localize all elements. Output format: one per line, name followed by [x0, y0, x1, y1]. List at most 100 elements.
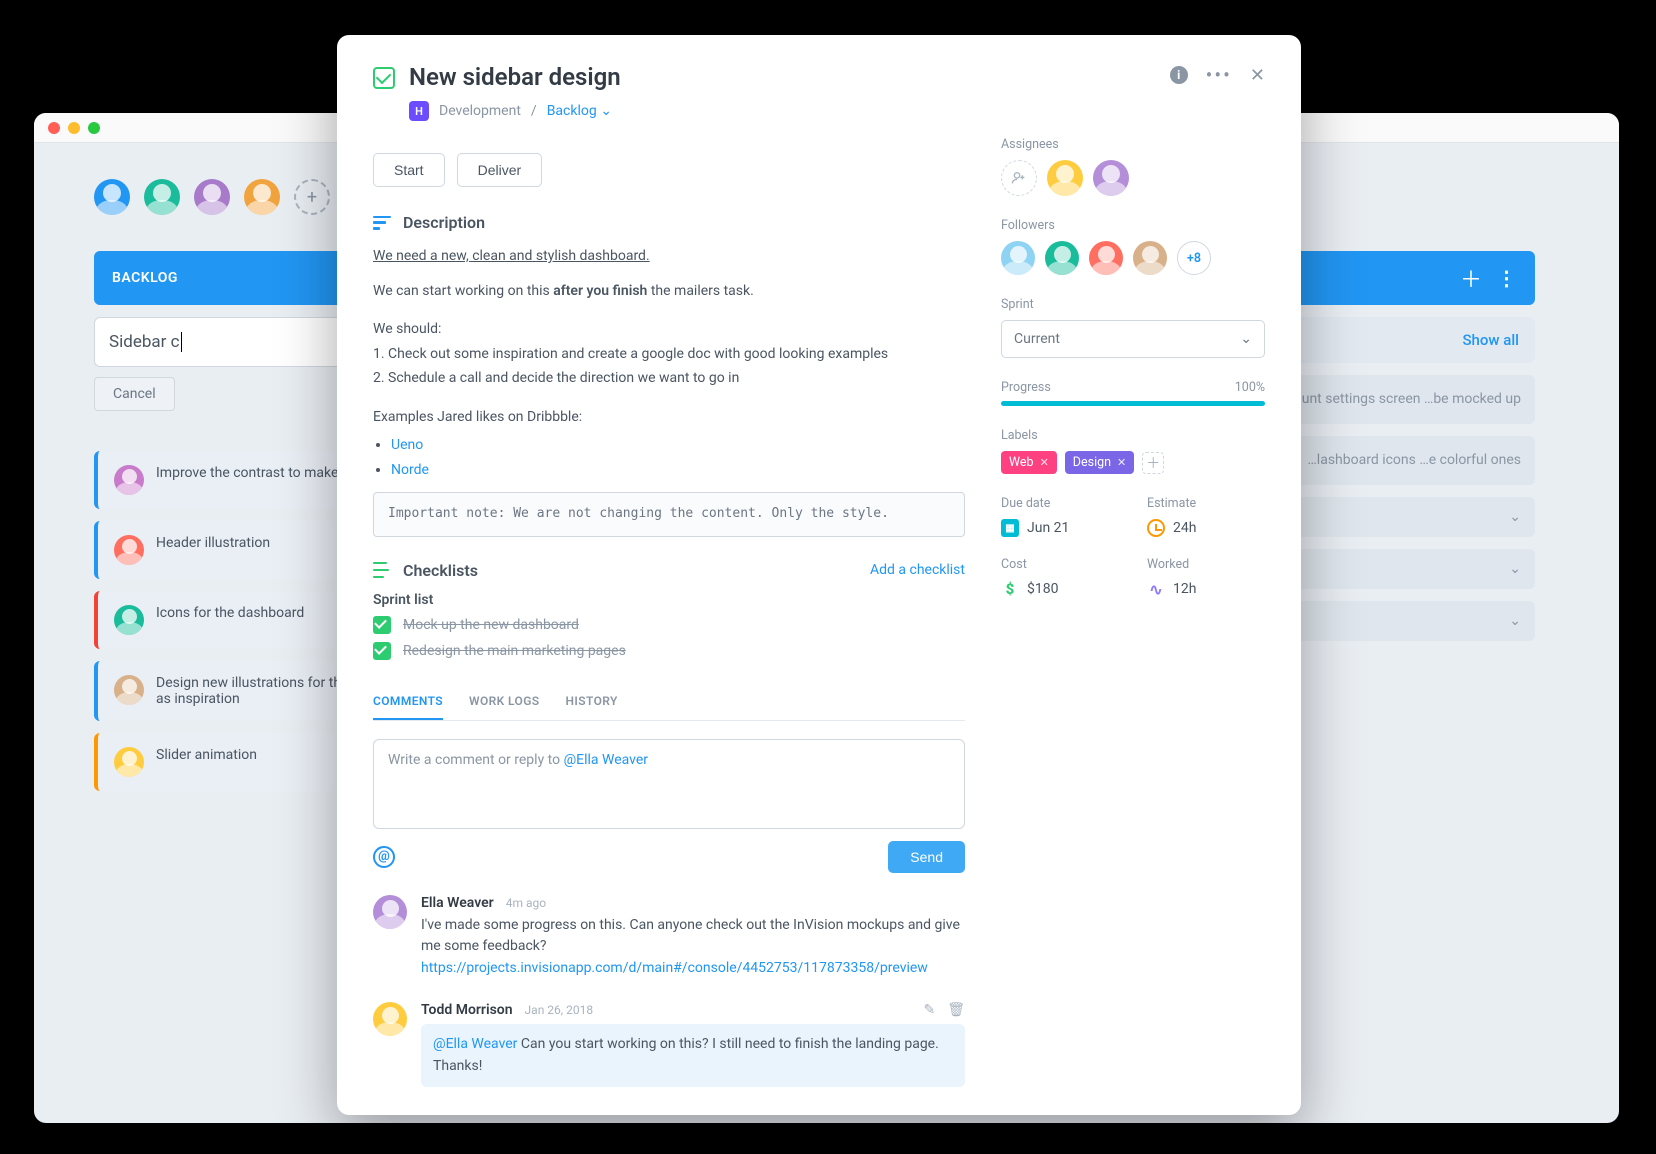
close-icon[interactable]: ✕: [1250, 65, 1265, 86]
description-text: the mailers task.: [647, 283, 753, 299]
card-avatar: [114, 675, 144, 705]
window-close-icon[interactable]: [48, 122, 60, 134]
card-text: …lashboard icons …e colorful ones: [1307, 450, 1521, 471]
more-menu-icon[interactable]: •••: [1206, 63, 1232, 87]
checkbox-icon[interactable]: [373, 616, 391, 634]
add-label-button[interactable]: ＋: [1142, 452, 1164, 474]
comment-avatar[interactable]: [373, 1002, 407, 1036]
follower-avatar[interactable]: [1001, 241, 1035, 275]
checklist-item-text: Redesign the main marketing pages: [403, 643, 626, 659]
description-link[interactable]: Ueno: [391, 437, 423, 453]
progress-section: Progress 100%: [1001, 380, 1265, 406]
deliver-button[interactable]: Deliver: [457, 153, 543, 187]
cost-section[interactable]: Cost $ $180: [1001, 557, 1119, 598]
label-chip-text: Web: [1009, 455, 1034, 470]
info-icon[interactable]: i: [1170, 66, 1188, 84]
assignees-section: Assignees: [1001, 137, 1265, 196]
section-title: Description: [403, 213, 485, 232]
assignee-avatar[interactable]: [1093, 160, 1129, 196]
description-bold: after you finish: [553, 283, 647, 299]
comment-author[interactable]: Ella Weaver: [421, 895, 494, 911]
description-text: We can start working on this: [373, 283, 553, 299]
window-minimize-icon[interactable]: [68, 122, 80, 134]
member-avatar[interactable]: [94, 179, 130, 215]
add-card-icon[interactable]: ＋: [1460, 262, 1483, 294]
member-avatar[interactable]: [144, 179, 180, 215]
checklist-title[interactable]: Sprint list: [373, 592, 965, 608]
progress-bar: [1001, 401, 1265, 406]
task-title[interactable]: New sidebar design: [409, 63, 621, 91]
comment-input[interactable]: Write a comment or reply to @Ella Weaver: [373, 739, 965, 829]
breadcrumb: H Development / Backlog ⌄: [409, 101, 621, 121]
label-chip[interactable]: Web ✕: [1001, 451, 1057, 474]
new-card-input-value: Sidebar c: [109, 332, 180, 352]
followers-more-button[interactable]: +8: [1177, 241, 1211, 275]
comment: Ella Weaver 4m ago I've made some progre…: [373, 895, 965, 980]
add-checklist-button[interactable]: Add a checklist: [870, 562, 965, 578]
due-date-value: Jun 21: [1027, 520, 1069, 536]
delete-comment-icon[interactable]: 🗑: [947, 1002, 965, 1018]
dollar-icon: $: [1001, 580, 1019, 598]
description-list-item: 1. Check out some inspiration and create…: [373, 342, 965, 367]
task-sidebar: Assignees Followers +8: [1001, 137, 1301, 1115]
comment-mention[interactable]: @Ella Weaver: [433, 1036, 517, 1052]
cost-value: $180: [1027, 581, 1058, 597]
comment-link[interactable]: https://projects.invisionapp.com/d/main#…: [421, 960, 928, 976]
mention-icon[interactable]: @: [373, 846, 395, 868]
edit-comment-icon[interactable]: ✎: [923, 1002, 935, 1018]
member-avatar[interactable]: [244, 179, 280, 215]
checklist-item[interactable]: Mock up the new dashboard: [373, 616, 965, 634]
tab-comments[interactable]: COMMENTS: [373, 684, 443, 720]
comment-avatar[interactable]: [373, 895, 407, 929]
comment-author[interactable]: Todd Morrison: [421, 1002, 513, 1018]
sprint-select[interactable]: Current ⌄: [1001, 320, 1265, 358]
side-label: Progress: [1001, 380, 1051, 395]
remove-label-icon[interactable]: ✕: [1117, 456, 1126, 469]
description-list-item: 2. Schedule a call and decide the direct…: [373, 366, 965, 391]
comment-text: I've made some progress on this. Can any…: [421, 917, 960, 955]
assignee-avatar[interactable]: [1047, 160, 1083, 196]
card-avatar: [114, 535, 144, 565]
side-label: Sprint: [1001, 297, 1265, 312]
progress-fill: [1001, 401, 1265, 406]
label-chip[interactable]: Design✕: [1065, 451, 1134, 474]
remove-label-icon[interactable]: ✕: [1040, 456, 1049, 469]
checkbox-icon[interactable]: [373, 642, 391, 660]
column-menu-icon[interactable]: ⋮: [1497, 266, 1518, 290]
cancel-button[interactable]: Cancel: [94, 377, 175, 411]
chevron-down-icon: ⌄: [1509, 509, 1521, 525]
modal-header: New sidebar design H Development / Backl…: [337, 35, 1301, 137]
due-date-section[interactable]: Due date ▦Jun 21: [1001, 496, 1119, 537]
show-all-label: Show all: [1462, 331, 1519, 349]
card-text: …unt settings screen …be mocked up: [1292, 389, 1521, 410]
checklist-item[interactable]: Redesign the main marketing pages: [373, 642, 965, 660]
side-label: Labels: [1001, 428, 1265, 443]
start-button[interactable]: Start: [373, 153, 445, 187]
project-badge[interactable]: H: [409, 101, 429, 121]
worked-section[interactable]: Worked ∿12h: [1147, 557, 1265, 598]
task-modal: New sidebar design H Development / Backl…: [337, 35, 1301, 1115]
window-zoom-icon[interactable]: [88, 122, 100, 134]
worked-value: 12h: [1173, 581, 1196, 597]
tab-worklogs[interactable]: WORK LOGS: [469, 684, 540, 720]
side-label: Cost: [1001, 557, 1119, 572]
follower-avatar[interactable]: [1133, 241, 1167, 275]
section-title: Checklists: [403, 561, 478, 580]
description-body[interactable]: We need a new, clean and stylish dashboa…: [373, 244, 965, 537]
breadcrumb-list[interactable]: Backlog ⌄: [547, 103, 612, 119]
breadcrumb-project[interactable]: Development: [439, 103, 521, 119]
comment: Todd Morrison Jan 26, 2018 ✎ 🗑 @Ella Wea…: [373, 1002, 965, 1087]
follower-avatar[interactable]: [1045, 241, 1079, 275]
description-text: Examples Jared likes on Dribbble:: [373, 405, 965, 430]
follower-avatar[interactable]: [1089, 241, 1123, 275]
checklist-icon: [373, 562, 391, 578]
member-avatar[interactable]: [194, 179, 230, 215]
estimate-section[interactable]: Estimate 24h: [1147, 496, 1265, 537]
add-assignee-button[interactable]: [1001, 160, 1037, 196]
add-member-button[interactable]: +: [294, 179, 330, 215]
sprint-section: Sprint Current ⌄: [1001, 297, 1265, 358]
description-link[interactable]: Norde: [391, 462, 429, 478]
task-complete-checkbox-icon[interactable]: [373, 67, 395, 89]
send-button[interactable]: Send: [888, 841, 965, 873]
tab-history[interactable]: HISTORY: [566, 684, 618, 720]
